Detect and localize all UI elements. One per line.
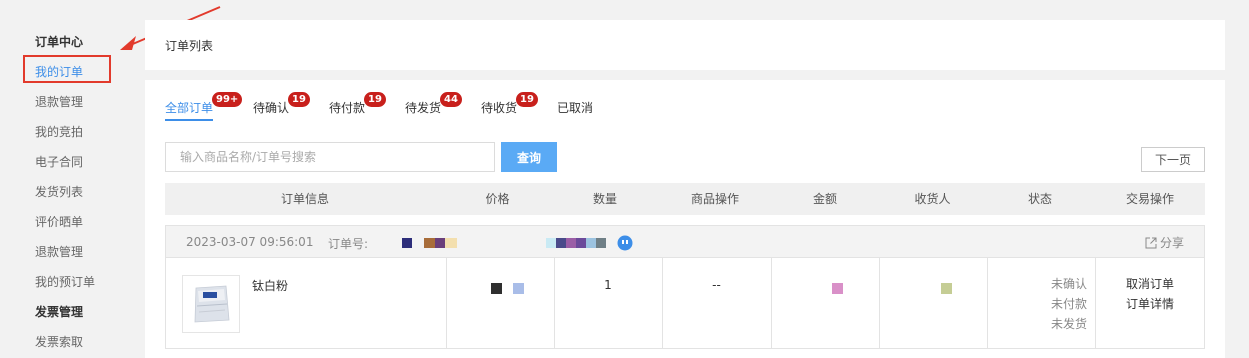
- price-redacted: [513, 283, 524, 294]
- column-header-trade-ops: 交易操作: [1125, 192, 1174, 206]
- product-name[interactable]: 钛白粉: [252, 277, 288, 294]
- column-header-product-ops: 商品操作: [690, 192, 739, 206]
- sidebar-item-refund-management[interactable]: 退款管理: [35, 94, 83, 110]
- order-panel: 全部订单 99+ 待确认 19 待付款 19 待发货 44 待收货 19 已取消…: [145, 80, 1225, 358]
- tab-all-orders[interactable]: 全部订单: [165, 99, 213, 116]
- column-divider: [446, 258, 447, 348]
- sidebar-item-my-auctions[interactable]: 我的竞拍: [35, 124, 83, 140]
- status-unshipped: 未发货: [1050, 317, 1087, 331]
- tab-pending-shipment[interactable]: 待发货: [405, 99, 441, 116]
- amount-redacted: [832, 283, 843, 294]
- order-row: 2023-03-07 09:56:01 订单号: 分享 钛白粉 1 -- 未确认…: [165, 225, 1205, 349]
- status-unpaid: 未付款: [1050, 297, 1087, 311]
- price-redacted: [491, 283, 502, 294]
- quantity-value: 1: [604, 278, 612, 292]
- product-bag-image: [183, 276, 239, 332]
- page-title: 订单列表: [165, 39, 214, 53]
- page-header: 订单列表: [145, 20, 1225, 70]
- search-input[interactable]: [165, 142, 495, 172]
- share-button[interactable]: 分享: [1145, 234, 1184, 251]
- column-divider: [771, 258, 772, 348]
- tab-badge-pending-shipment: 44: [440, 92, 462, 107]
- sidebar-item-e-contract[interactable]: 电子合同: [35, 154, 83, 170]
- sidebar-item-shipping-list[interactable]: 发货列表: [35, 184, 83, 200]
- cancel-order-link[interactable]: 取消订单: [1112, 274, 1188, 294]
- sidebar-header-order-center: 订单中心: [35, 35, 84, 49]
- tab-pending-payment[interactable]: 待付款: [329, 99, 365, 116]
- column-header-quantity: 数量: [592, 192, 617, 206]
- column-divider: [987, 258, 988, 348]
- tab-pending-confirm[interactable]: 待确认: [253, 99, 289, 116]
- order-details-link[interactable]: 订单详情: [1112, 294, 1188, 314]
- sidebar-item-refund-management-2[interactable]: 退款管理: [35, 244, 83, 260]
- column-header-price: 价格: [485, 192, 510, 206]
- annotation-highlight-box: [23, 55, 111, 83]
- next-page-button[interactable]: 下一页: [1141, 147, 1205, 172]
- column-header-status: 状态: [1027, 192, 1052, 206]
- status-unconfirmed: 未确认: [1050, 277, 1087, 291]
- table-header: 订单信息 价格 数量 商品操作 金额 收货人 状态 交易操作: [165, 183, 1205, 215]
- share-label: 分享: [1159, 236, 1184, 250]
- tab-badge-pending-receipt: 19: [516, 92, 538, 107]
- tab-badge-pending-payment: 19: [364, 92, 386, 107]
- column-header-receiver: 收货人: [914, 192, 951, 206]
- order-number-label: 订单号:: [328, 237, 369, 251]
- order-time: 2023-03-07 09:56:01: [186, 235, 314, 249]
- share-icon: [1145, 237, 1157, 249]
- chat-icon[interactable]: [617, 235, 633, 251]
- column-header-amount: 金额: [812, 192, 837, 206]
- receiver-redacted: [941, 283, 952, 294]
- column-divider: [879, 258, 880, 348]
- sidebar-item-reviews[interactable]: 评价晒单: [35, 214, 83, 230]
- tab-active-indicator: [165, 119, 213, 121]
- product-ops-value: --: [712, 278, 721, 292]
- product-thumbnail[interactable]: [182, 275, 240, 333]
- tab-pending-receipt[interactable]: 待收货: [481, 99, 517, 116]
- search-button[interactable]: 查询: [501, 142, 557, 172]
- tab-cancelled[interactable]: 已取消: [557, 99, 593, 116]
- column-divider: [554, 258, 555, 348]
- column-divider: [662, 258, 663, 348]
- order-row-header: 2023-03-07 09:56:01 订单号: 分享: [166, 226, 1204, 258]
- column-header-order-info: 订单信息: [280, 192, 329, 206]
- sidebar-item-request-invoice[interactable]: 发票索取: [35, 334, 83, 350]
- tab-badge-all: 99+: [212, 92, 243, 107]
- sidebar-item-my-preorders[interactable]: 我的预订单: [35, 274, 95, 290]
- tab-badge-pending-confirm: 19: [288, 92, 310, 107]
- sidebar-header-invoice-management: 发票管理: [35, 305, 84, 319]
